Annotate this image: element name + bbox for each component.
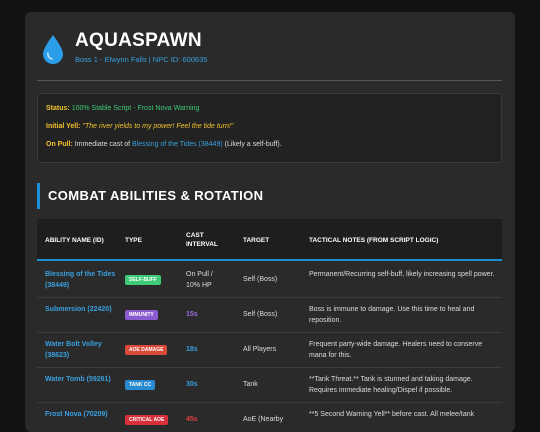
ability-type-badge: TANK CC <box>125 380 156 390</box>
ability-name-link[interactable]: Frost Nova (70209) <box>45 409 123 420</box>
ability-name-link[interactable]: Submersion (22420) <box>45 304 123 315</box>
cast-interval: 15s <box>186 311 198 318</box>
encounter-info-box: Status: 100% Stable Script - Frost Nova … <box>37 93 502 163</box>
ability-type-badge: IMMUNITY <box>125 310 158 320</box>
tactical-notes: **Tank Threat.** Tank is stunned and tak… <box>309 376 473 394</box>
pull-prefix: Immediate cast of <box>74 141 131 148</box>
header-divider <box>37 80 502 81</box>
status-line: Status: 100% Stable Script - Frost Nova … <box>46 104 199 114</box>
ability-name-link[interactable]: Water Bolt Volley (38623) <box>45 339 123 361</box>
yell-line: Initial Yell: "The river yields to my po… <box>46 122 233 132</box>
cast-interval: 45s <box>186 416 198 423</box>
header-ability: ABILITY NAME (ID) <box>45 236 104 244</box>
header-target: TARGET <box>243 236 270 244</box>
ability-target: Tank <box>243 381 258 388</box>
boss-name: AQUASPAWN <box>75 30 202 51</box>
table-row: Frost Nova (70209) CRITICAL AOE 45s AoE (Ne… <box>37 403 502 432</box>
pull-suffix: (Likely a self-buff). <box>224 141 282 148</box>
status-value: 100% Stable Script - Frost Nova Warning <box>71 105 200 112</box>
ability-target: Self (Boss) <box>243 276 278 283</box>
ability-target: Self (Boss) <box>243 311 278 318</box>
tactical-notes: Boss is immune to damage. Use this time … <box>309 306 475 324</box>
status-label: Status: <box>46 105 70 112</box>
table-header: ABILITY NAME (ID) TYPE CAST INTERVAL TAR… <box>37 219 502 261</box>
water-drop-icon <box>43 35 63 64</box>
boss-subtitle: Boss 1 - Elwynn Falls | NPC ID: 600635 <box>75 55 208 64</box>
boss-header: AQUASPAWN Boss 1 - Elwynn Falls | NPC ID… <box>41 30 501 76</box>
tactical-notes: Frequent party-wide damage. Healers need… <box>309 341 483 359</box>
cast-interval: On Pull / 10% HP <box>186 271 213 289</box>
table-row: Water Tomb (59261) TANK CC 30s Tank **Tank T… <box>37 368 502 403</box>
table-row: Water Bolt Volley (38623) AOE DAMAGE 18s Al… <box>37 333 502 368</box>
tactical-notes: **5 Second Warning Yell** before cast. A… <box>309 411 475 418</box>
yell-value: "The river yields to my power! Feel the … <box>82 123 234 130</box>
pull-spell-link[interactable]: Blessing of the Tides (38449) <box>132 141 223 148</box>
ability-type-badge: SELF-BUFF <box>125 275 161 285</box>
header-type: TYPE <box>125 236 142 244</box>
ability-target: AoE (Nearby <box>243 416 284 423</box>
boss-card: AQUASPAWN Boss 1 - Elwynn Falls | NPC ID… <box>25 12 515 432</box>
pull-line: On Pull: Immediate cast of Blessing of t… <box>46 140 282 150</box>
section-title: COMBAT ABILITIES & ROTATION <box>37 183 337 209</box>
ability-type-badge: AOE DAMAGE <box>125 345 168 355</box>
header-cast: CAST INTERVAL <box>186 232 218 248</box>
table-row: Blessing of the Tides (38449) SELF-BUFF On… <box>37 263 502 298</box>
ability-target: All Players <box>243 346 277 353</box>
cast-interval: 30s <box>186 381 198 388</box>
yell-label: Initial Yell: <box>46 123 81 130</box>
cast-interval: 18s <box>186 346 198 353</box>
pull-label: On Pull: <box>46 141 73 148</box>
ability-name-link[interactable]: Blessing of the Tides (38449) <box>45 269 123 291</box>
tactical-notes: Permanent/Recurring self-buff, likely in… <box>309 271 495 278</box>
ability-type-badge: CRITICAL AOE <box>125 415 169 425</box>
ability-name-link[interactable]: Water Tomb (59261) <box>45 374 123 385</box>
table-row: Submersion (22420) IMMUNITY 15s Self (Boss)… <box>37 298 502 333</box>
header-notes: TACTICAL NOTES (FROM SCRIPT LOGIC) <box>309 236 439 244</box>
